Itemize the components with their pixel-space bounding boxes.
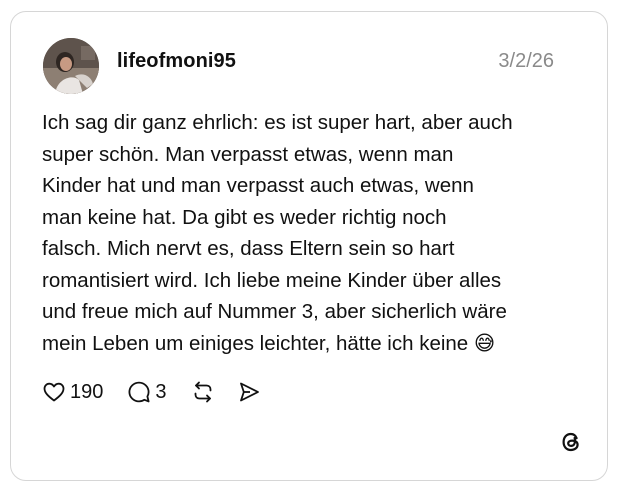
- post-actions: 190 3: [42, 378, 261, 406]
- reply-count: 3: [155, 380, 167, 403]
- share-button[interactable]: [237, 380, 261, 404]
- username[interactable]: lifeofmoni95: [117, 50, 236, 73]
- repost-button[interactable]: [191, 380, 215, 404]
- comment-icon: [127, 380, 151, 404]
- post-card: lifeofmoni95 3/2/26 Ich sag dir ganz ehr…: [10, 11, 608, 481]
- like-count: 190: [70, 380, 104, 403]
- like-button[interactable]: 190: [42, 380, 103, 404]
- repost-icon: [191, 380, 215, 404]
- heart-icon: [42, 380, 66, 404]
- threads-logo-icon[interactable]: [559, 430, 583, 454]
- reply-button[interactable]: 3: [127, 380, 167, 404]
- avatar[interactable]: [43, 38, 99, 94]
- post-text: Ich sag dir ganz ehrlich: es ist super h…: [42, 111, 513, 355]
- send-icon: [237, 380, 261, 404]
- post-date: 3/2/26: [498, 50, 554, 72]
